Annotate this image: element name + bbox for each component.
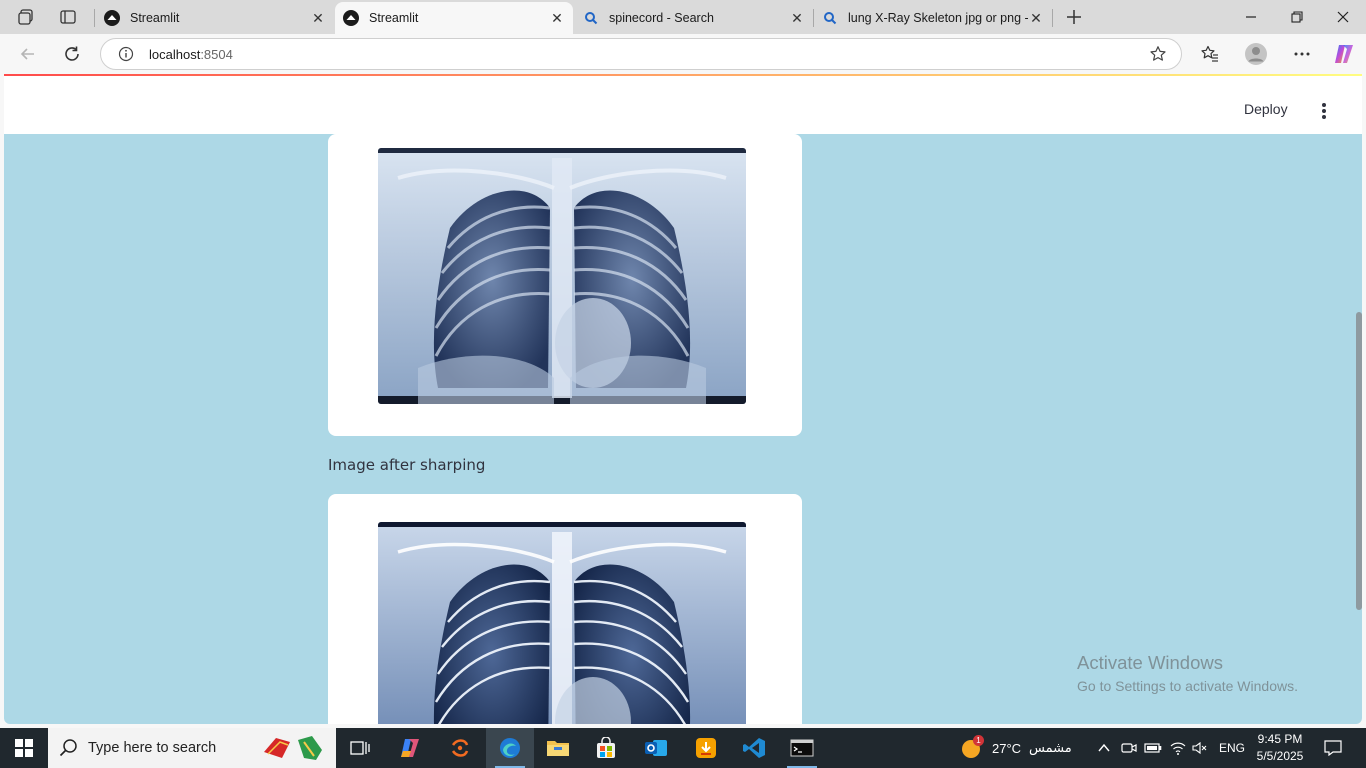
tab-title: spinecord - Search [609,11,714,25]
taskbar-search-box[interactable]: Type here to search [48,728,336,768]
browser-tab-strip: Streamlit ✕ Streamlit ✕ spinecord - Sear… [0,0,1366,34]
close-icon[interactable]: ✕ [789,10,805,26]
search-favicon-icon [583,10,599,26]
weather-widget[interactable]: 1 27°C مشمس [960,728,1072,768]
url-text[interactable]: localhost:8504 [149,47,233,62]
image-caption: Image after sharping [328,456,486,474]
search-icon [59,738,79,758]
tab-title: Streamlit [130,11,180,25]
minimize-icon[interactable] [1228,0,1274,34]
back-arrow-icon[interactable] [14,40,42,68]
refresh-icon[interactable] [58,40,86,68]
tab-title: Streamlit [369,11,419,25]
favorite-star-icon[interactable] [1149,45,1167,63]
page-scrollbar-thumb[interactable] [1356,312,1362,610]
app-header: Deploy [4,76,1362,134]
settings-more-icon[interactable] [1288,40,1316,68]
microsoft-store-icon[interactable] [582,728,630,768]
close-icon[interactable]: ✕ [1028,10,1044,26]
notifications-icon[interactable] [1324,728,1342,768]
clock-time: 9:45 PM [1257,732,1303,746]
site-info-icon[interactable] [118,46,134,62]
taskbar-search-placeholder: Type here to search [88,740,217,756]
input-language[interactable]: ENG [1219,728,1245,768]
tab-spinecord-search[interactable]: spinecord - Search ✕ [575,2,813,34]
activate-windows-watermark: Activate Windows Go to Settings to activ… [1077,652,1298,694]
workspaces-icon[interactable] [15,7,37,27]
weather-condition: مشمس [1029,740,1072,755]
copilot-icon[interactable] [1330,40,1358,68]
edge-browser-icon[interactable] [486,728,534,768]
windows-taskbar: Type here to search 1 27°C مشمس ENG 9:45… [0,728,1366,768]
app-swirl-icon[interactable] [436,728,484,768]
sharpened-image-card [328,494,802,724]
address-bar[interactable]: localhost:8504 [100,38,1182,70]
tab-actions-icon[interactable] [57,7,79,27]
profile-avatar-icon[interactable] [1242,40,1270,68]
taskbar-clock[interactable]: 9:45 PM 5/5/2025 [1248,731,1312,765]
terminal-icon[interactable] [778,728,826,768]
battery-icon[interactable] [1144,728,1162,768]
deploy-button[interactable]: Deploy [1244,101,1288,117]
windows-start-icon[interactable] [0,728,48,768]
outlook-icon[interactable] [632,728,680,768]
tab-streamlit-1[interactable]: Streamlit ✕ [96,2,334,34]
main-menu-icon[interactable] [1314,102,1334,120]
clock-date: 5/5/2025 [1256,749,1304,763]
tab-lung-xray-search[interactable]: lung X-Ray Skeleton jpg or png - ✕ [814,2,1052,34]
tab-streamlit-2[interactable]: Streamlit ✕ [335,2,573,34]
sharpened-chest-xray-image [378,522,746,724]
close-icon[interactable]: ✕ [310,10,326,26]
volume-muted-icon[interactable] [1192,728,1208,768]
copilot-taskbar-icon[interactable] [386,728,434,768]
weather-sun-icon: 1 [960,735,984,759]
streamlit-favicon-icon [104,10,120,26]
restore-icon[interactable] [1274,0,1320,34]
new-tab-icon[interactable] [1063,7,1085,27]
streamlit-app: Deploy Image after sharping Activate Win… [4,74,1362,724]
weather-temperature: 27°C [992,740,1022,756]
search-highlight-icon [260,732,332,764]
chest-xray-image [378,148,746,404]
browser-toolbar: localhost:8504 [0,34,1366,74]
downloads-app-icon[interactable] [682,728,730,768]
vscode-icon[interactable] [730,728,778,768]
original-image-card [328,134,802,436]
weather-alert-badge: 1 [973,735,984,746]
close-window-icon[interactable] [1320,0,1366,34]
wifi-icon[interactable] [1170,728,1186,768]
streamlit-favicon-icon [343,10,359,26]
task-view-icon[interactable] [336,728,384,768]
tab-title: lung X-Ray Skeleton jpg or png - [848,11,1028,25]
search-favicon-icon [822,10,838,26]
close-icon[interactable]: ✕ [549,10,565,26]
show-hidden-icons-chevron-up-icon[interactable] [1097,728,1111,768]
file-explorer-icon[interactable] [534,728,582,768]
meet-now-camera-icon[interactable] [1121,728,1137,768]
browser-viewport: Deploy Image after sharping Activate Win… [0,74,1366,728]
favorites-icon[interactable] [1196,40,1224,68]
